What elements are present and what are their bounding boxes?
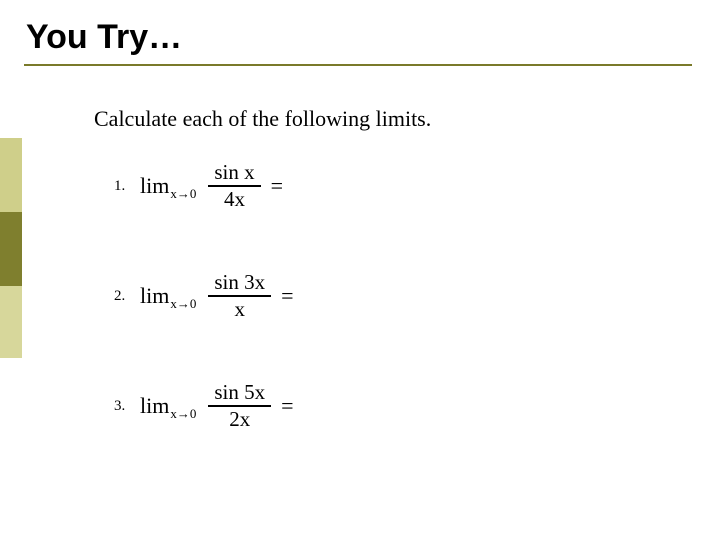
problem-item: 2. lim x→0 sin 3x x =: [114, 268, 294, 324]
limit-word: lim: [140, 393, 169, 419]
numerator: sin 5x: [208, 381, 271, 404]
slide: You Try… Calculate each of the following…: [0, 0, 720, 540]
fraction: sin x 4x: [208, 161, 260, 211]
decorative-sidebar: [0, 138, 22, 358]
limit-expression: lim x→0 sin x 4x =: [140, 161, 283, 211]
limit-subscript: x→0: [170, 406, 196, 422]
numerator: sin x: [208, 161, 260, 184]
denominator: 2x: [223, 408, 256, 431]
equals-sign: =: [281, 283, 293, 309]
problem-list: 1. lim x→0 sin x 4x = 2. lim x→0 sin 3x: [114, 158, 294, 488]
problem-item: 1. lim x→0 sin x 4x =: [114, 158, 294, 214]
equals-sign: =: [271, 173, 283, 199]
slide-title: You Try…: [26, 18, 182, 57]
instruction-text: Calculate each of the following limits.: [94, 106, 431, 132]
denominator: 4x: [218, 188, 251, 211]
limit-word: lim: [140, 173, 169, 199]
equals-sign: =: [281, 393, 293, 419]
problem-number: 2.: [114, 288, 140, 305]
limit-expression: lim x→0 sin 3x x =: [140, 271, 294, 321]
numerator: sin 3x: [208, 271, 271, 294]
sidebar-block: [0, 212, 22, 286]
fraction: sin 5x 2x: [208, 381, 271, 431]
denominator: x: [228, 298, 251, 321]
limit-subscript: x→0: [170, 186, 196, 202]
problem-item: 3. lim x→0 sin 5x 2x =: [114, 378, 294, 434]
problem-number: 1.: [114, 178, 140, 195]
limit-expression: lim x→0 sin 5x 2x =: [140, 381, 294, 431]
sidebar-block: [0, 138, 22, 212]
sidebar-block: [0, 286, 22, 358]
limit-word: lim: [140, 283, 169, 309]
limit-subscript: x→0: [170, 296, 196, 312]
problem-number: 3.: [114, 398, 140, 415]
fraction: sin 3x x: [208, 271, 271, 321]
title-underline: [24, 64, 692, 66]
